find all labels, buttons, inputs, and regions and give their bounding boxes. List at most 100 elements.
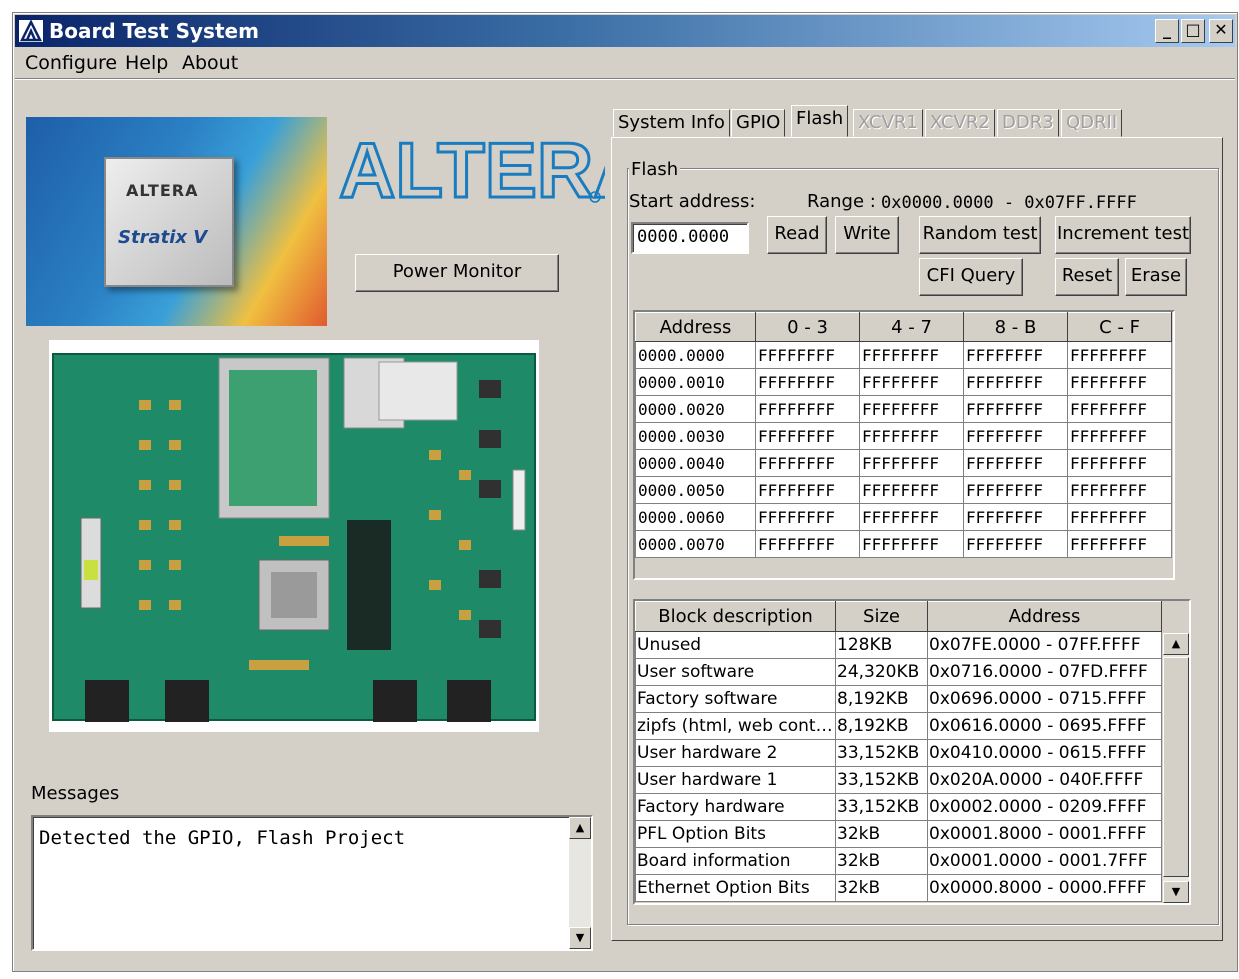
memory-cell: 0000.0010 xyxy=(635,368,756,396)
window-title: Board Test System xyxy=(49,19,259,43)
memory-cell: FFFFFFFF xyxy=(963,368,1068,396)
block-row[interactable]: Board information 32kB 0x0001.0000 - 0001.… xyxy=(635,847,1162,875)
tab-gpio[interactable]: GPIO xyxy=(731,109,786,137)
title-bar[interactable]: Board Test System _ □ ✕ xyxy=(15,15,1235,47)
block-row[interactable]: Factory hardware 33,152KB 0x0002.0000 - 02… xyxy=(635,793,1162,821)
memory-cell: FFFFFFFF xyxy=(859,422,964,450)
block-cell: User software xyxy=(635,658,836,686)
memory-cell: FFFFFFFF xyxy=(859,449,964,477)
menu-about[interactable]: About xyxy=(182,52,238,74)
range-label: Range : xyxy=(807,191,876,212)
memory-cell: 0000.0030 xyxy=(635,422,756,450)
block-cell: Factory software xyxy=(635,685,836,713)
block-scroll-down-button[interactable]: ▼ xyxy=(1163,881,1189,903)
block-grid[interactable]: Block description Size Address Unused 128… xyxy=(633,599,1191,905)
memory-cell: FFFFFFFF xyxy=(859,530,964,558)
memory-header-4-7[interactable]: 4 - 7 xyxy=(859,312,964,342)
block-row[interactable]: User software 24,320KB 0x0716.0000 - 07FD.… xyxy=(635,658,1162,686)
block-row[interactable]: Factory software 8,192KB 0x0696.0000 - 071… xyxy=(635,685,1162,713)
block-row[interactable]: User hardware 1 33,152KB 0x020A.0000 - 040… xyxy=(635,766,1162,794)
tab-xcvr2[interactable]: XCVR2 xyxy=(925,109,995,137)
cfi-query-button[interactable]: CFI Query xyxy=(919,258,1023,296)
minimize-button[interactable]: _ xyxy=(1155,19,1179,43)
block-cell: 0x07FE.0000 - 07FF.FFFF xyxy=(927,631,1162,659)
memory-cell: FFFFFFFF xyxy=(1067,422,1172,450)
power-monitor-button[interactable]: Power Monitor xyxy=(355,254,559,292)
memory-row[interactable]: 0000.0050 FFFFFFFF FFFFFFFF FFFFFFFF FFFFFFF… xyxy=(635,476,1172,504)
memory-header-c-f[interactable]: C - F xyxy=(1067,312,1172,342)
block-cell: 128KB xyxy=(835,631,928,659)
memory-cell: FFFFFFFF xyxy=(859,368,964,396)
chip-logo-text: ALTERA xyxy=(126,181,199,200)
tab-flash[interactable]: Flash xyxy=(791,105,849,137)
menu-configure[interactable]: Configure xyxy=(25,52,117,74)
write-button[interactable]: Write xyxy=(835,216,899,254)
memory-cell: FFFFFFFF xyxy=(859,395,964,423)
memory-header-8-b[interactable]: 8 - B xyxy=(963,312,1068,342)
block-scroll-thumb[interactable] xyxy=(1163,657,1189,877)
block-cell: 0x0410.0000 - 0615.FFFF xyxy=(927,739,1162,767)
read-button[interactable]: Read xyxy=(767,216,827,254)
close-button[interactable]: ✕ xyxy=(1209,19,1233,43)
memory-cell: FFFFFFFF xyxy=(1067,503,1172,531)
memory-header-0-3[interactable]: 0 - 3 xyxy=(755,312,860,342)
reset-button[interactable]: Reset xyxy=(1055,258,1119,296)
scroll-down-button[interactable]: ▼ xyxy=(569,927,591,949)
memory-cell: 0000.0070 xyxy=(635,530,756,558)
memory-cell: FFFFFFFF xyxy=(963,503,1068,531)
memory-row[interactable]: 0000.0010 FFFFFFFF FFFFFFFF FFFFFFFF FFFFFFF… xyxy=(635,368,1172,396)
tab-ddr3[interactable]: DDR3 xyxy=(997,109,1059,137)
block-cell: PFL Option Bits xyxy=(635,820,836,848)
memory-cell: FFFFFFFF xyxy=(859,341,964,369)
block-header-address[interactable]: Address xyxy=(927,601,1162,632)
erase-button[interactable]: Erase xyxy=(1125,258,1187,296)
block-header-size[interactable]: Size xyxy=(835,601,928,632)
block-cell: Board information xyxy=(635,847,836,875)
close-icon: ✕ xyxy=(1214,20,1228,39)
memory-cell: 0000.0040 xyxy=(635,449,756,477)
menu-help[interactable]: Help xyxy=(125,52,168,74)
range-value: 0x0000.0000 - 0x07FF.FFFF xyxy=(881,193,1137,213)
block-scroll-up-button[interactable]: ▲ xyxy=(1163,633,1189,655)
memory-cell: FFFFFFFF xyxy=(1067,368,1172,396)
block-cell: 0x0616.0000 - 0695.FFFF xyxy=(927,712,1162,740)
minimize-icon: _ xyxy=(1163,20,1171,39)
block-scrollbar[interactable]: ▲ ▼ xyxy=(1163,633,1189,903)
memory-row[interactable]: 0000.0060 FFFFFFFF FFFFFFFF FFFFFFFF FFFFFFF… xyxy=(635,503,1172,531)
altera-logo-text: ALTERA xyxy=(339,126,605,214)
memory-row[interactable]: 0000.0000 FFFFFFFF FFFFFFFF FFFFFFFF FFFFFFF… xyxy=(635,341,1172,369)
block-cell: 32kB xyxy=(835,847,928,875)
tab-xcvr1[interactable]: XCVR1 xyxy=(853,109,923,137)
block-cell: Unused xyxy=(635,631,836,659)
stratix-chip-image: ALTERA Stratix V xyxy=(26,117,327,326)
messages-scrollbar[interactable]: ▲ ▼ xyxy=(569,817,591,949)
tab-qdrii[interactable]: QDRII xyxy=(1061,109,1123,137)
block-row[interactable]: PFL Option Bits 32kB 0x0001.8000 - 0001.FF… xyxy=(635,820,1162,848)
memory-cell: FFFFFFFF xyxy=(859,476,964,504)
memory-row[interactable]: 0000.0070 FFFFFFFF FFFFFFFF FFFFFFFF FFFFFFF… xyxy=(635,530,1172,558)
block-row[interactable]: Unused 128KB 0x07FE.0000 - 07FF.FFFF xyxy=(635,631,1162,659)
memory-row[interactable]: 0000.0020 FFFFFFFF FFFFFFFF FFFFFFFF FFFFFFF… xyxy=(635,395,1172,423)
block-cell: 33,152KB xyxy=(835,766,928,794)
altera-app-icon xyxy=(18,19,44,43)
messages-box[interactable]: Detected the GPIO, Flash Project ▲ ▼ xyxy=(31,815,593,951)
memory-row[interactable]: 0000.0030 FFFFFFFF FFFFFFFF FFFFFFFF FFFFFFF… xyxy=(635,422,1172,450)
block-cell: 0x0696.0000 - 0715.FFFF xyxy=(927,685,1162,713)
block-cell: 8,192KB xyxy=(835,712,928,740)
maximize-button[interactable]: □ xyxy=(1181,19,1205,43)
tab-system-info[interactable]: System Info xyxy=(613,109,730,137)
block-row[interactable]: User hardware 2 33,152KB 0x0410.0000 - 061… xyxy=(635,739,1162,767)
increment-test-button[interactable]: Increment test xyxy=(1055,216,1191,254)
start-address-input[interactable]: 0000.0000 xyxy=(631,222,749,254)
memory-header-address[interactable]: Address xyxy=(635,312,756,342)
block-row[interactable]: Ethernet Option Bits 32kB 0x0000.8000 - 00… xyxy=(635,874,1162,902)
memory-row[interactable]: 0000.0040 FFFFFFFF FFFFFFFF FFFFFFFF FFFFFFF… xyxy=(635,449,1172,477)
memory-cell: FFFFFFFF xyxy=(755,449,860,477)
random-test-button[interactable]: Random test xyxy=(919,216,1041,254)
memory-grid[interactable]: Address 0 - 3 4 - 7 8 - B C - F 0000.000… xyxy=(633,310,1175,580)
block-header-description[interactable]: Block description xyxy=(635,601,836,632)
memory-cell: 0000.0020 xyxy=(635,395,756,423)
block-row[interactable]: zipfs (html, web cont… 8,192KB 0x0616.0000… xyxy=(635,712,1162,740)
memory-cell: FFFFFFFF xyxy=(1067,449,1172,477)
scroll-up-button[interactable]: ▲ xyxy=(569,817,591,839)
